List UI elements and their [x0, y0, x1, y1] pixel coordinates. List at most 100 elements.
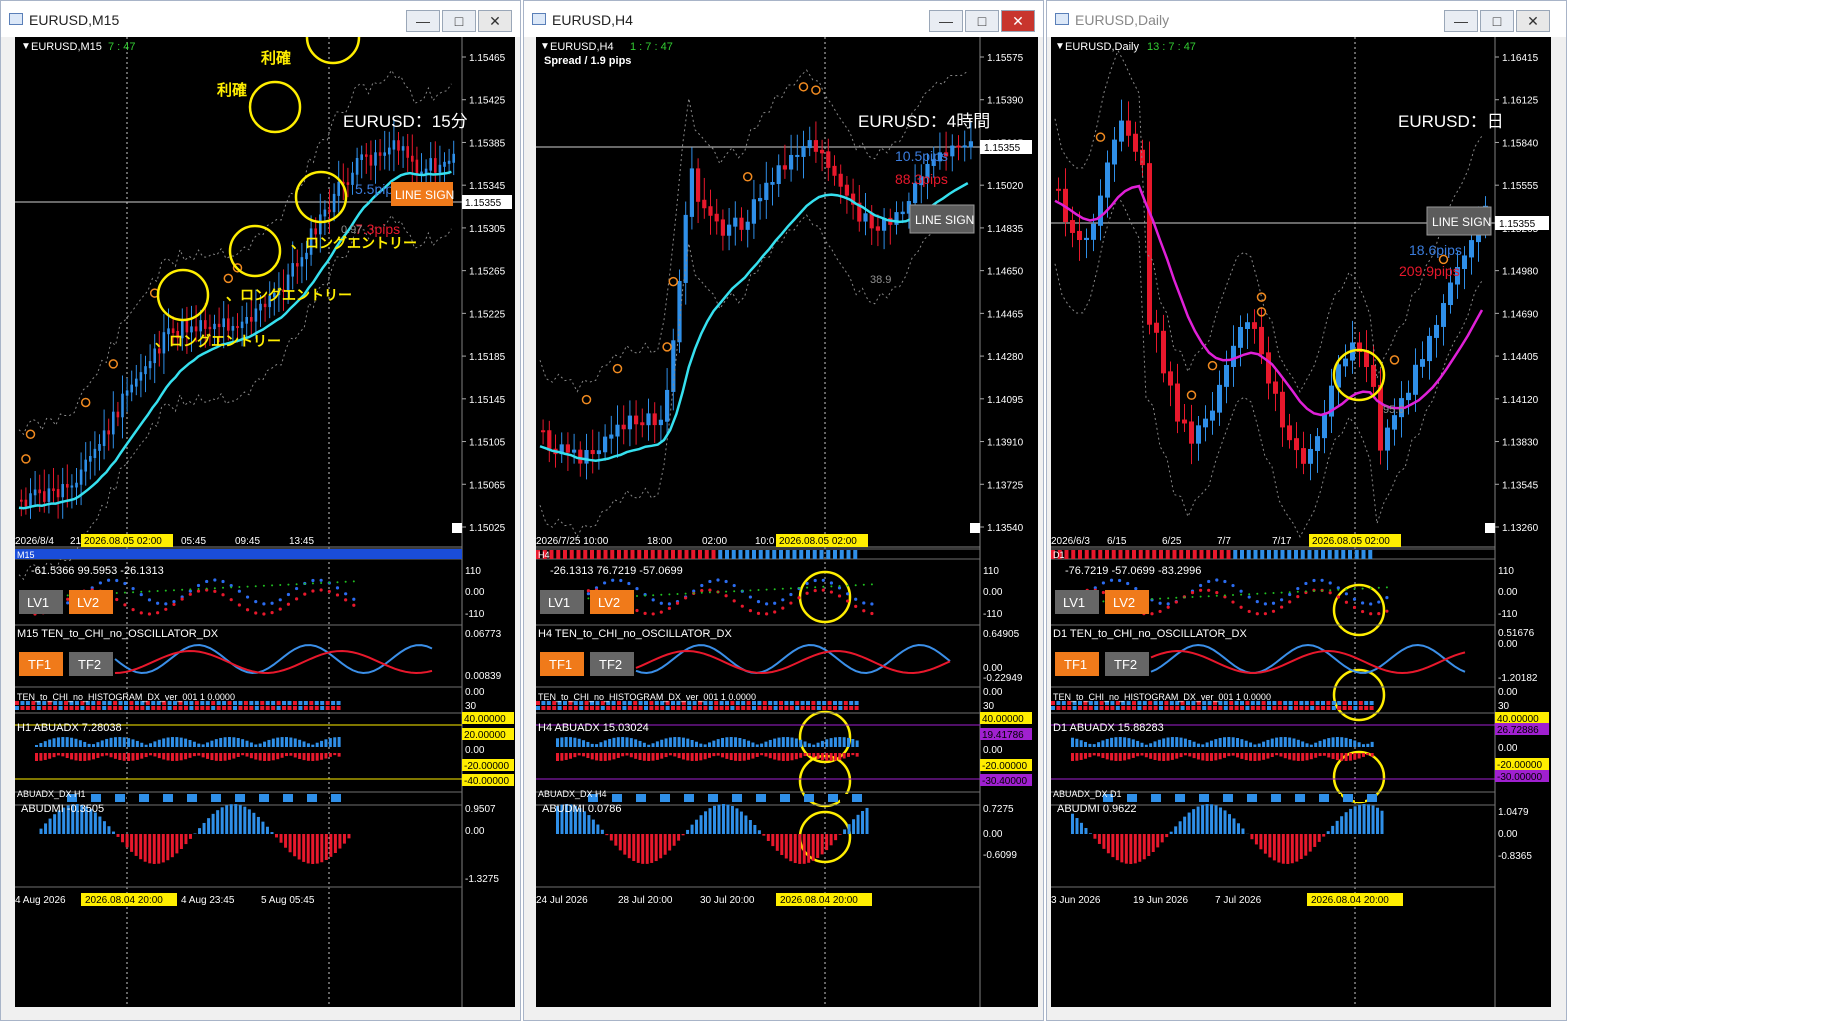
svg-text:▼: ▼: [540, 41, 550, 52]
abudmi-bar: [1088, 833, 1092, 834]
maximize-icon[interactable]: □: [965, 10, 999, 32]
chart-window-icon: [9, 13, 23, 25]
bar-timer: 13 : 7 : 47: [1147, 41, 1196, 53]
abudmi-bar: [1115, 834, 1119, 861]
hist-cell: [238, 706, 243, 710]
minimize-icon[interactable]: —: [929, 10, 963, 32]
chart-window-daily[interactable]: EURUSD,Daily — □ ✕ ▼ EURUSD,Daily 13 : 7…: [1046, 0, 1567, 1021]
line-sign-button[interactable]: LINE SIGN: [909, 204, 975, 234]
lv1-button[interactable]: LV1: [540, 590, 584, 614]
candle-body: [70, 485, 74, 488]
osc-dot: [131, 608, 135, 612]
highlight-circle: [228, 224, 282, 278]
tf2-button[interactable]: TF2: [1105, 652, 1149, 676]
tf2-button[interactable]: TF2: [69, 652, 113, 676]
candle-body: [236, 326, 239, 329]
lv2-button[interactable]: LV2: [69, 590, 113, 614]
maximize-icon[interactable]: □: [1480, 10, 1514, 32]
close-icon[interactable]: ✕: [1516, 10, 1550, 32]
chart-heading: EURUSD：15分: [343, 112, 468, 131]
close-icon[interactable]: ✕: [478, 10, 512, 32]
tf-strip-cell: [563, 550, 567, 559]
hist-cell: [134, 706, 139, 710]
tf1-button[interactable]: TF1: [540, 652, 584, 676]
abudmi-bar: [632, 834, 636, 861]
chart-area[interactable]: ▼ EURUSD,Daily 13 : 7 : 47 EURUSD：日 18.6…: [1051, 37, 1551, 1007]
window-titlebar[interactable]: EURUSD,Daily — □ ✕: [1047, 1, 1566, 37]
chart-svg[interactable]: ▼ EURUSD,M15 7 : 47 EURUSD：15分 5.5pips 7…: [15, 37, 515, 1007]
osc-dot: [749, 589, 752, 592]
tf2-button[interactable]: TF2: [590, 652, 634, 676]
osc-dot: [262, 602, 266, 606]
adx-bar: [293, 738, 297, 747]
chart-svg[interactable]: ▼ EURUSD,H4 1 : 7 : 47 Spread / 1.9 pips…: [536, 37, 1038, 1007]
tf1-button[interactable]: TF1: [19, 652, 63, 676]
lv2-button[interactable]: LV2: [1105, 590, 1149, 614]
line-sign-button[interactable]: LINE SIGN: [1426, 206, 1492, 236]
chart-area[interactable]: ▼ EURUSD,H4 1 : 7 : 47 Spread / 1.9 pips…: [536, 37, 1038, 1007]
hist-cell: [1277, 701, 1282, 705]
osc-dot: [643, 611, 647, 615]
abudmi-bar: [111, 831, 115, 834]
osc-dot: [586, 589, 590, 593]
chart-window-h4[interactable]: EURUSD,H4 — □ ✕ ▼ EURUSD,H4 1 : 7 : 47 S…: [523, 0, 1044, 1021]
abudmi-bar: [261, 821, 265, 834]
adx-bar: [249, 742, 253, 747]
adx-scale: -30.40000: [982, 776, 1027, 787]
lv1-button[interactable]: LV1: [19, 590, 63, 614]
lv1-button[interactable]: LV1: [1055, 590, 1099, 614]
candle-body: [838, 173, 843, 187]
chart-area[interactable]: ▼ EURUSD,M15 7 : 47 EURUSD：15分 5.5pips 7…: [15, 37, 515, 1007]
candle-body: [397, 140, 400, 151]
adx-bar: [1188, 740, 1192, 747]
hist-cell: [1331, 701, 1336, 705]
hist-cell: [331, 701, 336, 705]
abuadx-dx-cell: [223, 794, 233, 802]
window-titlebar[interactable]: EURUSD,M15 — □ ✕: [1, 1, 520, 37]
osc-dot: [724, 579, 728, 584]
price-tick-label: 1.13725: [987, 480, 1024, 491]
svg-text:▼: ▼: [21, 41, 31, 52]
adx-bar: [1309, 753, 1313, 760]
osc-dot: [148, 590, 151, 593]
hist-cell: [833, 706, 837, 710]
minimize-icon[interactable]: —: [1444, 10, 1478, 32]
osc-dot: [813, 588, 817, 593]
current-price-label: 1.15355: [984, 143, 1021, 154]
adx-bar: [162, 738, 166, 747]
maximize-icon[interactable]: □: [442, 10, 476, 32]
candle-body: [305, 252, 308, 260]
tf1-button[interactable]: TF1: [1055, 652, 1099, 676]
chart-window-m15[interactable]: EURUSD,M15 — □ ✕ ▼ EURUSD,M15 7 : 47 EUR…: [0, 0, 521, 1021]
hist-cell: [806, 701, 810, 705]
hist-cell: [42, 706, 47, 710]
abudmi-bar: [1286, 834, 1290, 864]
abudmi-bar: [342, 834, 346, 844]
osc-dot: [1175, 596, 1178, 599]
hist-cell: [118, 706, 123, 710]
window-titlebar[interactable]: EURUSD,H4 — □ ✕: [524, 1, 1043, 37]
osc-dot: [1255, 600, 1259, 604]
adx-bar: [833, 737, 837, 747]
adx-bar: [638, 753, 642, 761]
abudmi-bar: [757, 830, 761, 834]
candle-body: [447, 160, 451, 164]
adx-bar: [267, 739, 271, 747]
hist-cell: [31, 706, 36, 710]
price-tick-label: 1.14690: [1502, 309, 1539, 320]
chart-svg[interactable]: ▼ EURUSD,Daily 13 : 7 : 47 EURUSD：日 18.6…: [1051, 37, 1551, 1007]
line-sign-button[interactable]: LINE SIGN: [391, 182, 454, 206]
adx-bar: [638, 740, 642, 747]
abudmi-bar: [659, 834, 663, 859]
candle-body: [1077, 230, 1082, 241]
adx-bar: [1257, 743, 1261, 747]
price-tick-label: 1.15385: [469, 138, 506, 149]
window-title: EURUSD,H4: [552, 12, 633, 28]
close-icon[interactable]: ✕: [1001, 10, 1035, 32]
minimize-icon[interactable]: —: [406, 10, 440, 32]
lv2-label: LV2: [1113, 595, 1135, 610]
candle-body: [438, 164, 442, 173]
lv2-button[interactable]: LV2: [590, 590, 634, 614]
candle-body: [807, 140, 812, 149]
adx-bar: [734, 737, 738, 747]
